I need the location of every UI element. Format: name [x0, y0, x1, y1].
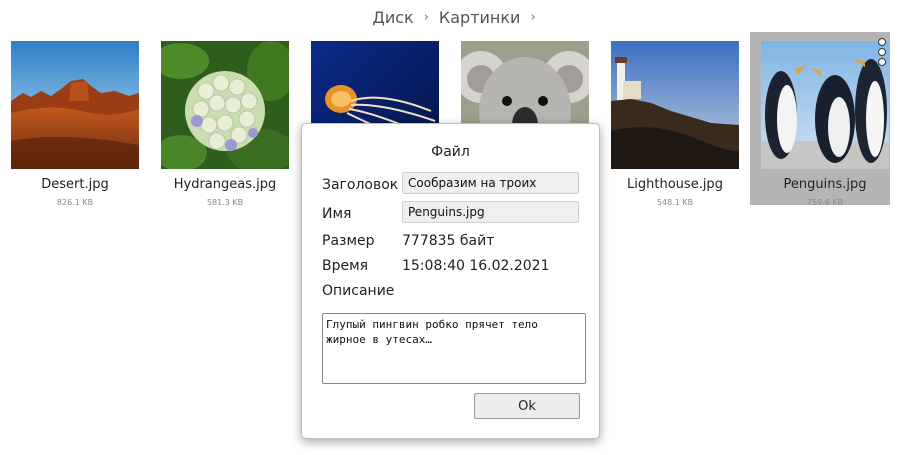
- more-options-icon[interactable]: [878, 38, 888, 66]
- description-label: Описание: [322, 283, 395, 299]
- file-size: 826.1 KB: [56, 198, 94, 207]
- file-tile[interactable]: Desert.jpg 826.1 KB: [0, 32, 140, 207]
- file-name: Hydrangeas.jpg: [173, 177, 277, 192]
- file-name: Penguins.jpg: [783, 177, 867, 192]
- file-size: 759.6 KB: [806, 198, 844, 207]
- file-size: 581.3 KB: [206, 198, 244, 207]
- ok-button[interactable]: Ok: [474, 393, 580, 419]
- file-tile-selected[interactable]: Penguins.jpg 759.6 KB: [750, 32, 890, 207]
- dialog-title: Файл: [431, 144, 470, 160]
- file-thumbnail: [761, 41, 889, 169]
- file-tile[interactable]: Hydrangeas.jpg 581.3 KB: [150, 32, 290, 207]
- file-thumbnail: [611, 41, 739, 169]
- file-name: Desert.jpg: [41, 177, 109, 192]
- time-label: Время: [322, 258, 369, 274]
- time-value: 15:08:40 16.02.2021: [402, 258, 550, 274]
- title-label: Заголовок: [322, 177, 399, 193]
- file-name: Lighthouse.jpg: [627, 177, 723, 192]
- description-textarea[interactable]: Глупый пингвин робко прячет тело жирное …: [322, 313, 586, 384]
- size-value: 777835 байт: [402, 233, 495, 249]
- size-label: Размер: [322, 233, 375, 249]
- file-properties-dialog: Файл Заголовок Сообразим на троих Имя Pe…: [301, 123, 600, 439]
- name-field[interactable]: Penguins.jpg: [402, 201, 579, 223]
- title-field[interactable]: Сообразим на троих: [402, 172, 579, 194]
- file-size: 548.1 KB: [656, 198, 694, 207]
- name-label: Имя: [322, 206, 352, 222]
- file-thumbnail: [161, 41, 289, 169]
- file-thumbnail: [11, 41, 139, 169]
- file-tile[interactable]: Lighthouse.jpg 548.1 KB: [600, 32, 740, 207]
